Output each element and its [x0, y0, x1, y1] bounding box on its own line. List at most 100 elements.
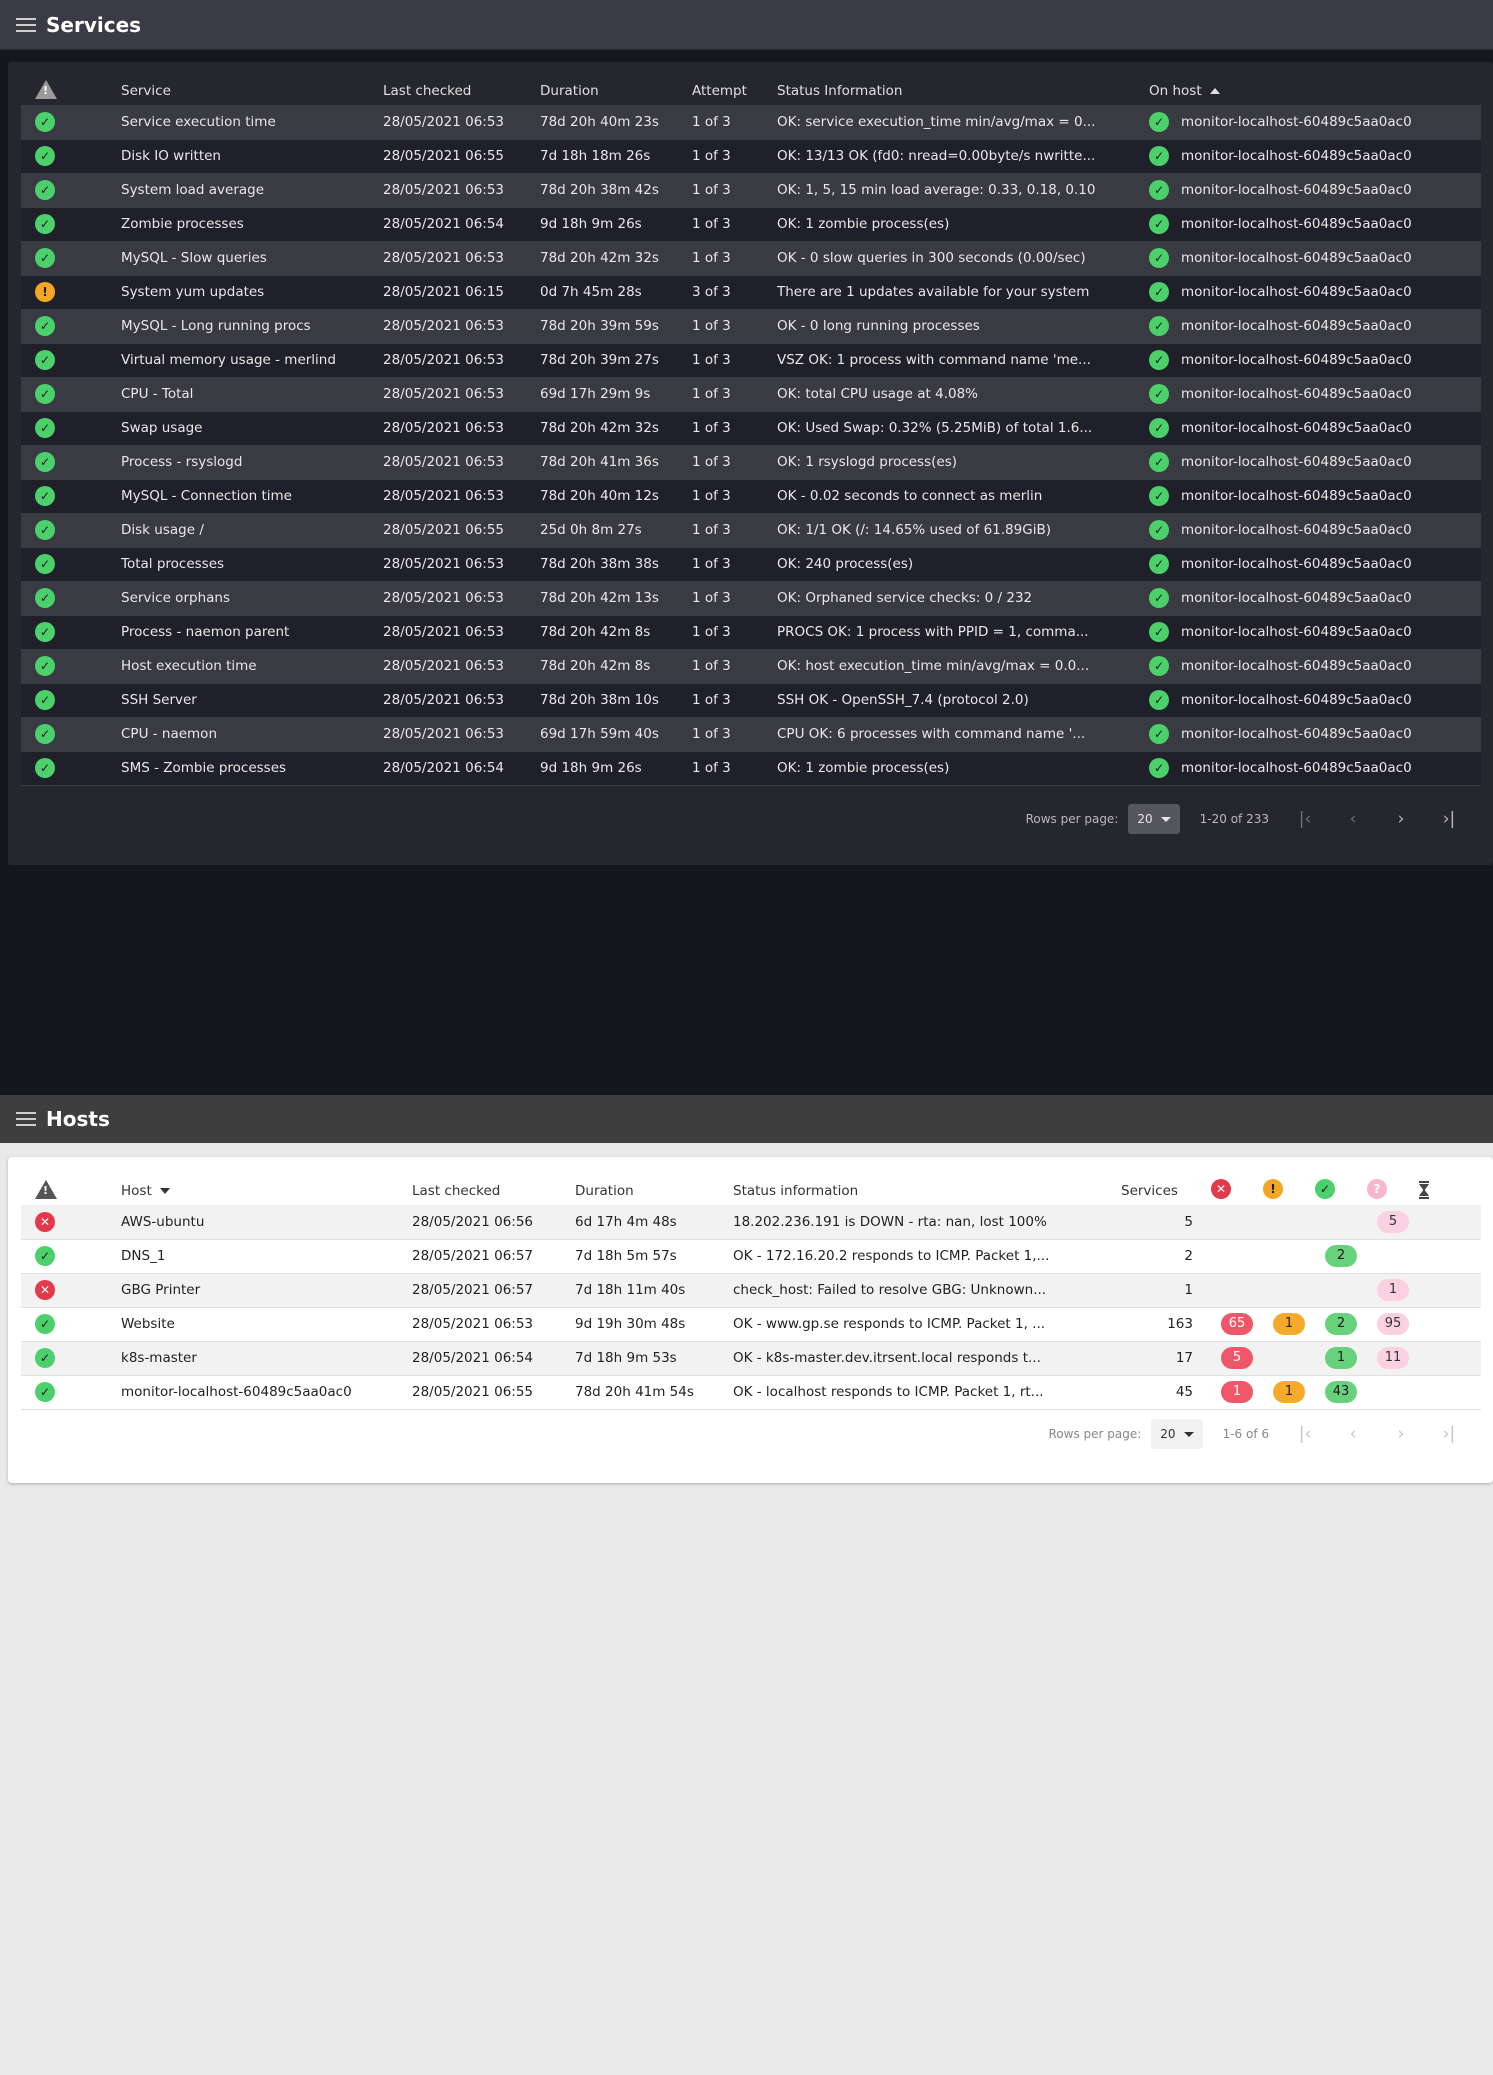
on-host-cell[interactable]: ✓ monitor-localhost-60489c5aa0ac0: [1149, 105, 1481, 140]
critical-count-badge[interactable]: 65: [1220, 1313, 1254, 1335]
host-link[interactable]: monitor-localhost-60489c5aa0ac0: [1181, 114, 1412, 130]
service-name[interactable]: Process - naemon parent: [121, 615, 383, 650]
last-page-icon[interactable]: ›|: [1425, 809, 1473, 829]
status-information-column-header[interactable]: Status Information: [777, 74, 1149, 105]
on-host-cell[interactable]: ✓ monitor-localhost-60489c5aa0ac0: [1149, 343, 1481, 378]
next-page-icon[interactable]: ›: [1377, 809, 1425, 829]
host-name[interactable]: AWS-ubuntu: [121, 1205, 412, 1240]
service-name[interactable]: SMS - Zombie processes: [121, 751, 383, 786]
host-link[interactable]: monitor-localhost-60489c5aa0ac0: [1181, 454, 1412, 470]
ok-count-badge[interactable]: 1: [1325, 1347, 1357, 1369]
hamburger-menu-icon[interactable]: [16, 17, 36, 32]
service-column-header[interactable]: Service: [121, 74, 383, 105]
service-name[interactable]: Virtual memory usage - merlind: [121, 343, 383, 378]
on-host-cell[interactable]: ✓ monitor-localhost-60489c5aa0ac0: [1149, 377, 1481, 412]
table-row[interactable]: ✓ Virtual memory usage - merlind 28/05/202…: [21, 343, 1481, 378]
host-link[interactable]: monitor-localhost-60489c5aa0ac0: [1181, 148, 1412, 164]
state-column-header[interactable]: [21, 74, 121, 105]
services-column-header[interactable]: Services: [1121, 1165, 1211, 1205]
on-host-cell[interactable]: ✓ monitor-localhost-60489c5aa0ac0: [1149, 139, 1481, 174]
unknown-column-header[interactable]: ?: [1367, 1165, 1419, 1205]
host-link[interactable]: monitor-localhost-60489c5aa0ac0: [1181, 284, 1412, 300]
table-row[interactable]: ✓ Process - rsyslogd 28/05/2021 06:53 78d 2…: [21, 445, 1481, 480]
service-name[interactable]: Total processes: [121, 547, 383, 582]
table-row[interactable]: ! System yum updates 28/05/2021 06:15 0d 7h…: [21, 275, 1481, 310]
service-name[interactable]: CPU - naemon: [121, 717, 383, 752]
on-host-cell[interactable]: ✓ monitor-localhost-60489c5aa0ac0: [1149, 173, 1481, 208]
unknown-count-badge[interactable]: 95: [1376, 1313, 1410, 1335]
critical-count-badge[interactable]: 1: [1221, 1381, 1253, 1403]
table-row[interactable]: ✓ CPU - naemon 28/05/2021 06:53 69d 17h 59m…: [21, 717, 1481, 752]
service-name[interactable]: Swap usage: [121, 411, 383, 446]
on-host-cell[interactable]: ✓ monitor-localhost-60489c5aa0ac0: [1149, 751, 1481, 786]
table-row[interactable]: ✓ DNS_1 28/05/2021 06:57 7d 18h 5m 57s OK - …: [21, 1239, 1481, 1274]
on-host-cell[interactable]: ✓ monitor-localhost-60489c5aa0ac0: [1149, 241, 1481, 276]
ok-count-badge[interactable]: 2: [1325, 1245, 1357, 1267]
on-host-cell[interactable]: ✓ monitor-localhost-60489c5aa0ac0: [1149, 207, 1481, 242]
on-host-cell[interactable]: ✓ monitor-localhost-60489c5aa0ac0: [1149, 275, 1481, 310]
unknown-count-badge[interactable]: 5: [1377, 1210, 1409, 1233]
status-information-column-header[interactable]: Status information: [733, 1165, 1121, 1205]
table-row[interactable]: ✓ MySQL - Long running procs 28/05/2021 06…: [21, 309, 1481, 344]
first-page-icon[interactable]: |‹: [1281, 1424, 1329, 1444]
warning-count-badge[interactable]: 1: [1273, 1313, 1305, 1335]
host-link[interactable]: monitor-localhost-60489c5aa0ac0: [1181, 488, 1412, 504]
warning-count-badge[interactable]: 1: [1273, 1381, 1305, 1403]
on-host-cell[interactable]: ✓ monitor-localhost-60489c5aa0ac0: [1149, 479, 1481, 514]
on-host-cell[interactable]: ✓ monitor-localhost-60489c5aa0ac0: [1149, 411, 1481, 446]
service-name[interactable]: CPU - Total: [121, 377, 383, 412]
host-link[interactable]: monitor-localhost-60489c5aa0ac0: [1181, 216, 1412, 232]
table-row[interactable]: ✓ MySQL - Connection time 28/05/2021 06:53…: [21, 479, 1481, 514]
table-row[interactable]: ✓ k8s-master 28/05/2021 06:54 7d 18h 9m 53s…: [21, 1341, 1481, 1376]
table-row[interactable]: ✓ Host execution time 28/05/2021 06:53 78d …: [21, 649, 1481, 684]
table-row[interactable]: ✓ System load average 28/05/2021 06:53 78d …: [21, 173, 1481, 208]
table-row[interactable]: ✓ Disk IO written 28/05/2021 06:55 7d 18h 1…: [21, 139, 1481, 174]
attempt-column-header[interactable]: Attempt: [692, 74, 777, 105]
critical-column-header[interactable]: ✕: [1211, 1165, 1263, 1205]
table-row[interactable]: ✓ monitor-localhost-60489c5aa0ac0 28/05/20…: [21, 1375, 1481, 1410]
host-link[interactable]: monitor-localhost-60489c5aa0ac0: [1181, 182, 1412, 198]
host-column-header[interactable]: Host: [121, 1165, 412, 1205]
previous-page-icon[interactable]: ‹: [1329, 809, 1377, 829]
service-name[interactable]: Service execution time: [121, 105, 383, 140]
table-row[interactable]: ✓ Zombie processes 28/05/2021 06:54 9d 18h …: [21, 207, 1481, 242]
next-page-icon[interactable]: ›: [1377, 1424, 1425, 1444]
service-name[interactable]: SSH Server: [121, 683, 383, 718]
host-name[interactable]: Website: [121, 1307, 412, 1342]
host-name[interactable]: k8s-master: [121, 1341, 412, 1376]
critical-count-badge[interactable]: 5: [1221, 1347, 1253, 1369]
on-host-cell[interactable]: ✓ monitor-localhost-60489c5aa0ac0: [1149, 649, 1481, 684]
host-link[interactable]: monitor-localhost-60489c5aa0ac0: [1181, 692, 1412, 708]
on-host-cell[interactable]: ✓ monitor-localhost-60489c5aa0ac0: [1149, 615, 1481, 650]
on-host-cell[interactable]: ✓ monitor-localhost-60489c5aa0ac0: [1149, 309, 1481, 344]
host-link[interactable]: monitor-localhost-60489c5aa0ac0: [1181, 658, 1412, 674]
service-name[interactable]: System load average: [121, 173, 383, 208]
table-row[interactable]: ✓ Process - naemon parent 28/05/2021 06:53…: [21, 615, 1481, 650]
table-row[interactable]: ✓ CPU - Total 28/05/2021 06:53 69d 17h 29m …: [21, 377, 1481, 412]
unknown-count-badge[interactable]: 11: [1376, 1347, 1410, 1369]
previous-page-icon[interactable]: ‹: [1329, 1424, 1377, 1444]
host-link[interactable]: monitor-localhost-60489c5aa0ac0: [1181, 590, 1412, 606]
on-host-cell[interactable]: ✓ monitor-localhost-60489c5aa0ac0: [1149, 513, 1481, 548]
host-link[interactable]: monitor-localhost-60489c5aa0ac0: [1181, 250, 1412, 266]
table-row[interactable]: ✕ AWS-ubuntu 28/05/2021 06:56 6d 17h 4m 48s…: [21, 1205, 1481, 1240]
duration-column-header[interactable]: Duration: [540, 74, 692, 105]
on-host-cell[interactable]: ✓ monitor-localhost-60489c5aa0ac0: [1149, 581, 1481, 616]
ok-count-badge[interactable]: 43: [1324, 1381, 1358, 1403]
host-link[interactable]: monitor-localhost-60489c5aa0ac0: [1181, 420, 1412, 436]
last-page-icon[interactable]: ›|: [1425, 1424, 1473, 1444]
table-row[interactable]: ✓ Swap usage 28/05/2021 06:53 78d 20h 42m 3…: [21, 411, 1481, 446]
on-host-cell[interactable]: ✓ monitor-localhost-60489c5aa0ac0: [1149, 683, 1481, 718]
host-link[interactable]: monitor-localhost-60489c5aa0ac0: [1181, 726, 1412, 742]
host-name[interactable]: DNS_1: [121, 1239, 412, 1274]
service-name[interactable]: System yum updates: [121, 275, 383, 310]
host-link[interactable]: monitor-localhost-60489c5aa0ac0: [1181, 760, 1412, 776]
last-checked-column-header[interactable]: Last checked: [383, 74, 540, 105]
table-row[interactable]: ✓ Service execution time 28/05/2021 06:53 7…: [21, 105, 1481, 140]
warning-column-header[interactable]: !: [1263, 1165, 1315, 1205]
table-row[interactable]: ✓ Service orphans 28/05/2021 06:53 78d 20h …: [21, 581, 1481, 616]
service-name[interactable]: Disk usage /: [121, 513, 383, 548]
host-link[interactable]: monitor-localhost-60489c5aa0ac0: [1181, 386, 1412, 402]
host-link[interactable]: monitor-localhost-60489c5aa0ac0: [1181, 318, 1412, 334]
unknown-count-badge[interactable]: 1: [1377, 1279, 1409, 1301]
